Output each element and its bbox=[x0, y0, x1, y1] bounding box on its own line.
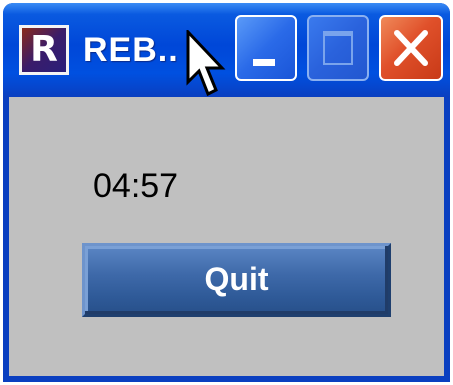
app-window: R REB.. 04:57 Quit bbox=[3, 3, 450, 382]
quit-button[interactable]: Quit bbox=[82, 243, 391, 317]
minimize-button[interactable] bbox=[235, 15, 297, 81]
window-content: 04:57 Quit bbox=[9, 97, 444, 376]
window-title: REB.. bbox=[83, 31, 179, 69]
rebol-r-icon[interactable]: R bbox=[19, 25, 69, 75]
arrow-cursor-icon bbox=[186, 30, 226, 97]
time-display: 04:57 bbox=[93, 167, 179, 205]
title-bar[interactable]: R REB.. bbox=[3, 3, 450, 97]
maximize-button[interactable] bbox=[307, 15, 369, 81]
minimize-icon bbox=[253, 59, 275, 66]
maximize-icon bbox=[323, 31, 353, 65]
app-icon-letter: R bbox=[30, 29, 58, 70]
close-button[interactable] bbox=[379, 15, 443, 81]
close-icon bbox=[394, 30, 428, 66]
